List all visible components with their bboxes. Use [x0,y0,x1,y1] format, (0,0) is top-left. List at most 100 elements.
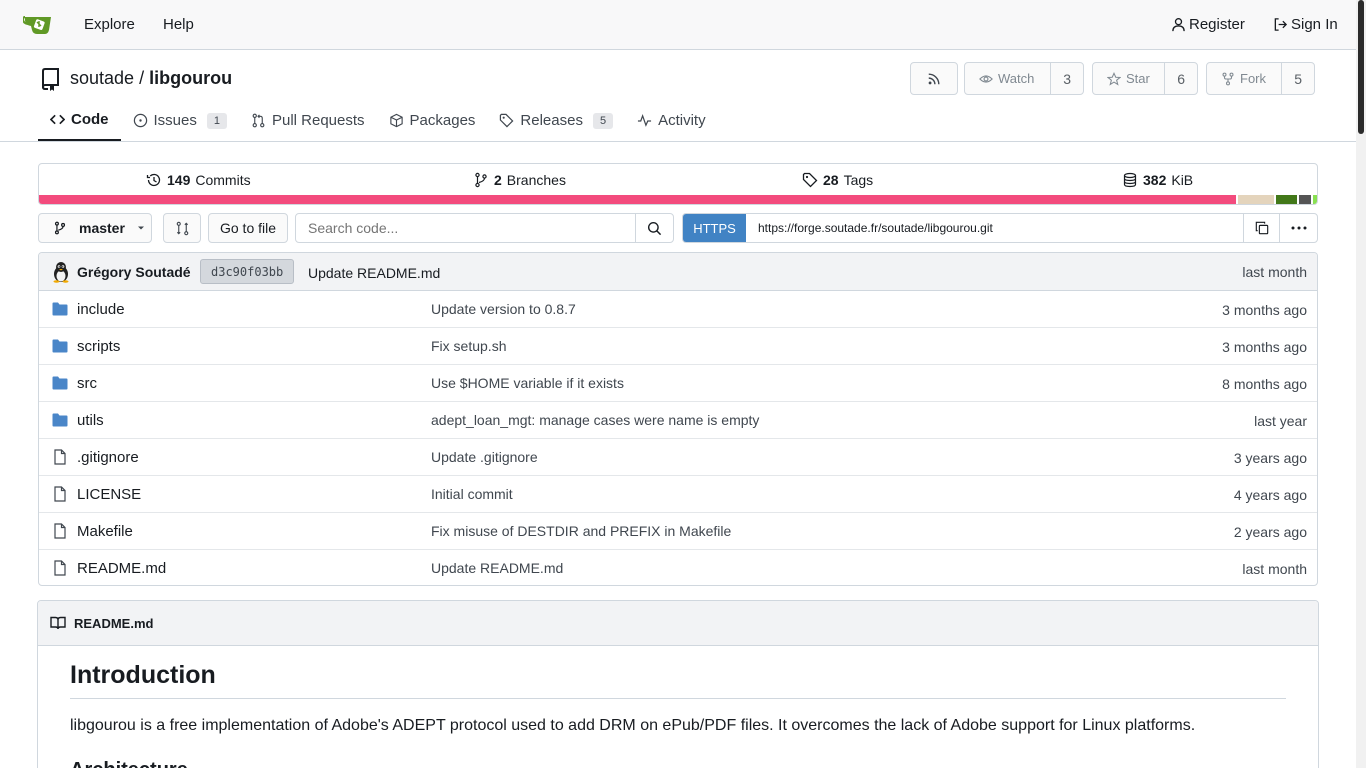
caret-down-icon [137,224,145,232]
tab-releases[interactable]: Releases 5 [487,100,625,141]
file-commit-message[interactable]: Fix setup.sh [431,338,506,354]
branches-stat[interactable]: 2 Branches [473,172,566,188]
file-icon [52,523,68,539]
star-button[interactable]: Star 6 [1092,62,1198,95]
page-scrollbar[interactable] [1356,0,1366,768]
nav-help[interactable]: Help [163,16,194,33]
clone-url-input[interactable]: https://forge.soutade.fr/soutade/libgour… [746,214,1243,242]
sign-in-link[interactable]: Sign In [1273,16,1338,33]
watch-count[interactable]: 3 [1050,63,1083,94]
table-row: .gitignore Update .gitignore 3 years ago [39,439,1317,476]
file-commit-message[interactable]: Update .gitignore [431,449,538,465]
readme-paragraph: libgourou is a free implementation of Ad… [70,717,1196,734]
file-commit-time: 3 years ago [1233,450,1307,466]
repo-icon [39,67,61,91]
commit-message[interactable]: Update README.md [308,265,440,281]
person-icon [1171,17,1186,32]
kebab-horizontal-icon [1291,226,1307,230]
repo-name-link[interactable]: libgourou [149,68,232,88]
readme-next-heading: Architecture [70,759,188,768]
fork-button[interactable]: Fork 5 [1206,62,1315,95]
pull-request-icon [251,113,266,128]
tags-stat[interactable]: 28 Tags [802,172,873,188]
tab-pull-requests[interactable]: Pull Requests [239,100,377,141]
branch-icon [473,172,489,188]
watch-button[interactable]: Watch 3 [964,62,1084,95]
tab-packages[interactable]: Packages [377,100,488,141]
top-navbar: Explore Help Register Sign In [0,0,1356,50]
file-name-link[interactable]: .gitignore [77,449,139,466]
language-segment[interactable] [1273,195,1297,204]
tab-activity-label: Activity [658,112,706,129]
commit-author[interactable]: Grégory Soutadé [77,264,191,280]
watch-label: Watch [998,71,1035,86]
language-segment[interactable] [1296,195,1311,204]
scrollbar-thumb[interactable] [1358,0,1364,134]
register-link[interactable]: Register [1171,16,1245,33]
copy-url-button[interactable] [1243,214,1279,242]
tag-icon [802,172,818,188]
file-commit-time: 2 years ago [1233,524,1307,540]
commit-sha-button[interactable]: d3c90f03bb [200,259,295,284]
readme-heading: Introduction [70,661,1286,699]
tab-activity[interactable]: Activity [625,100,718,141]
size-count: 382 [1143,172,1167,188]
file-name-link[interactable]: scripts [77,338,120,355]
folder-icon [52,338,68,354]
language-bar[interactable] [39,195,1317,204]
fork-count[interactable]: 5 [1281,63,1314,94]
language-segment[interactable] [1310,195,1317,204]
file-commit-message[interactable]: Fix misuse of DESTDIR and PREFIX in Make… [431,523,731,539]
book-icon [50,616,66,630]
nav-explore[interactable]: Explore [84,16,135,33]
https-button[interactable]: HTTPS [683,214,746,242]
readme-filename[interactable]: README.md [74,616,153,631]
commits-stat[interactable]: 149 Commits [146,172,251,188]
star-count[interactable]: 6 [1164,63,1197,94]
file-name-link[interactable]: LICENSE [77,486,141,503]
branches-count: 2 [494,172,502,188]
branch-selector[interactable]: master [38,213,152,243]
avatar[interactable] [50,261,72,283]
sign-in-label: Sign In [1291,16,1338,33]
branch-icon [53,221,67,235]
tags-label: Tags [843,172,874,188]
tab-releases-label: Releases [520,112,583,129]
file-commit-message[interactable]: adept_loan_mgt: manage cases were name i… [431,412,759,428]
tab-packages-label: Packages [409,112,476,129]
compare-button[interactable] [163,213,201,243]
file-commit-message[interactable]: Initial commit [431,486,513,502]
more-options-button[interactable] [1279,214,1317,242]
file-commit-message[interactable]: Update README.md [431,560,563,576]
repo-owner-link[interactable]: soutade [70,68,134,88]
repo-tabs: Code Issues 1 Pull Requests Packages Rel… [38,100,718,142]
table-row: utils adept_loan_mgt: manage cases were n… [39,402,1317,439]
gitea-logo-icon[interactable] [23,13,53,35]
search-button[interactable] [635,214,673,242]
file-name-link[interactable]: README.md [77,560,166,577]
branches-label: Branches [506,172,566,188]
file-commit-time: 3 months ago [1222,302,1307,318]
code-icon [50,112,65,127]
search-code-input[interactable] [296,214,636,242]
register-label: Register [1189,16,1245,33]
tab-issues[interactable]: Issues 1 [121,100,239,141]
tab-code[interactable]: Code [38,100,121,141]
sign-in-icon [1273,17,1288,32]
table-row: src Use $HOME variable if it exists 8 mont… [39,365,1317,402]
commits-label: Commits [195,172,251,188]
file-name-link[interactable]: include [77,301,125,318]
file-commit-message[interactable]: Update version to 0.8.7 [431,301,576,317]
go-to-file-button[interactable]: Go to file [208,213,288,243]
file-name-link[interactable]: src [77,375,97,392]
file-name-link[interactable]: utils [77,412,104,429]
file-name-link[interactable]: Makefile [77,523,133,540]
repo-title: soutade / libgourou [70,68,232,89]
table-row: scripts Fix setup.sh 3 months ago [39,328,1317,365]
rss-button[interactable] [910,62,958,95]
issue-icon [133,113,148,128]
language-segment[interactable] [39,195,1237,204]
language-segment[interactable] [1236,195,1274,204]
file-commit-message[interactable]: Use $HOME variable if it exists [431,375,624,391]
file-table: Grégory Soutadé d3c90f03bb Update README… [38,252,1318,586]
